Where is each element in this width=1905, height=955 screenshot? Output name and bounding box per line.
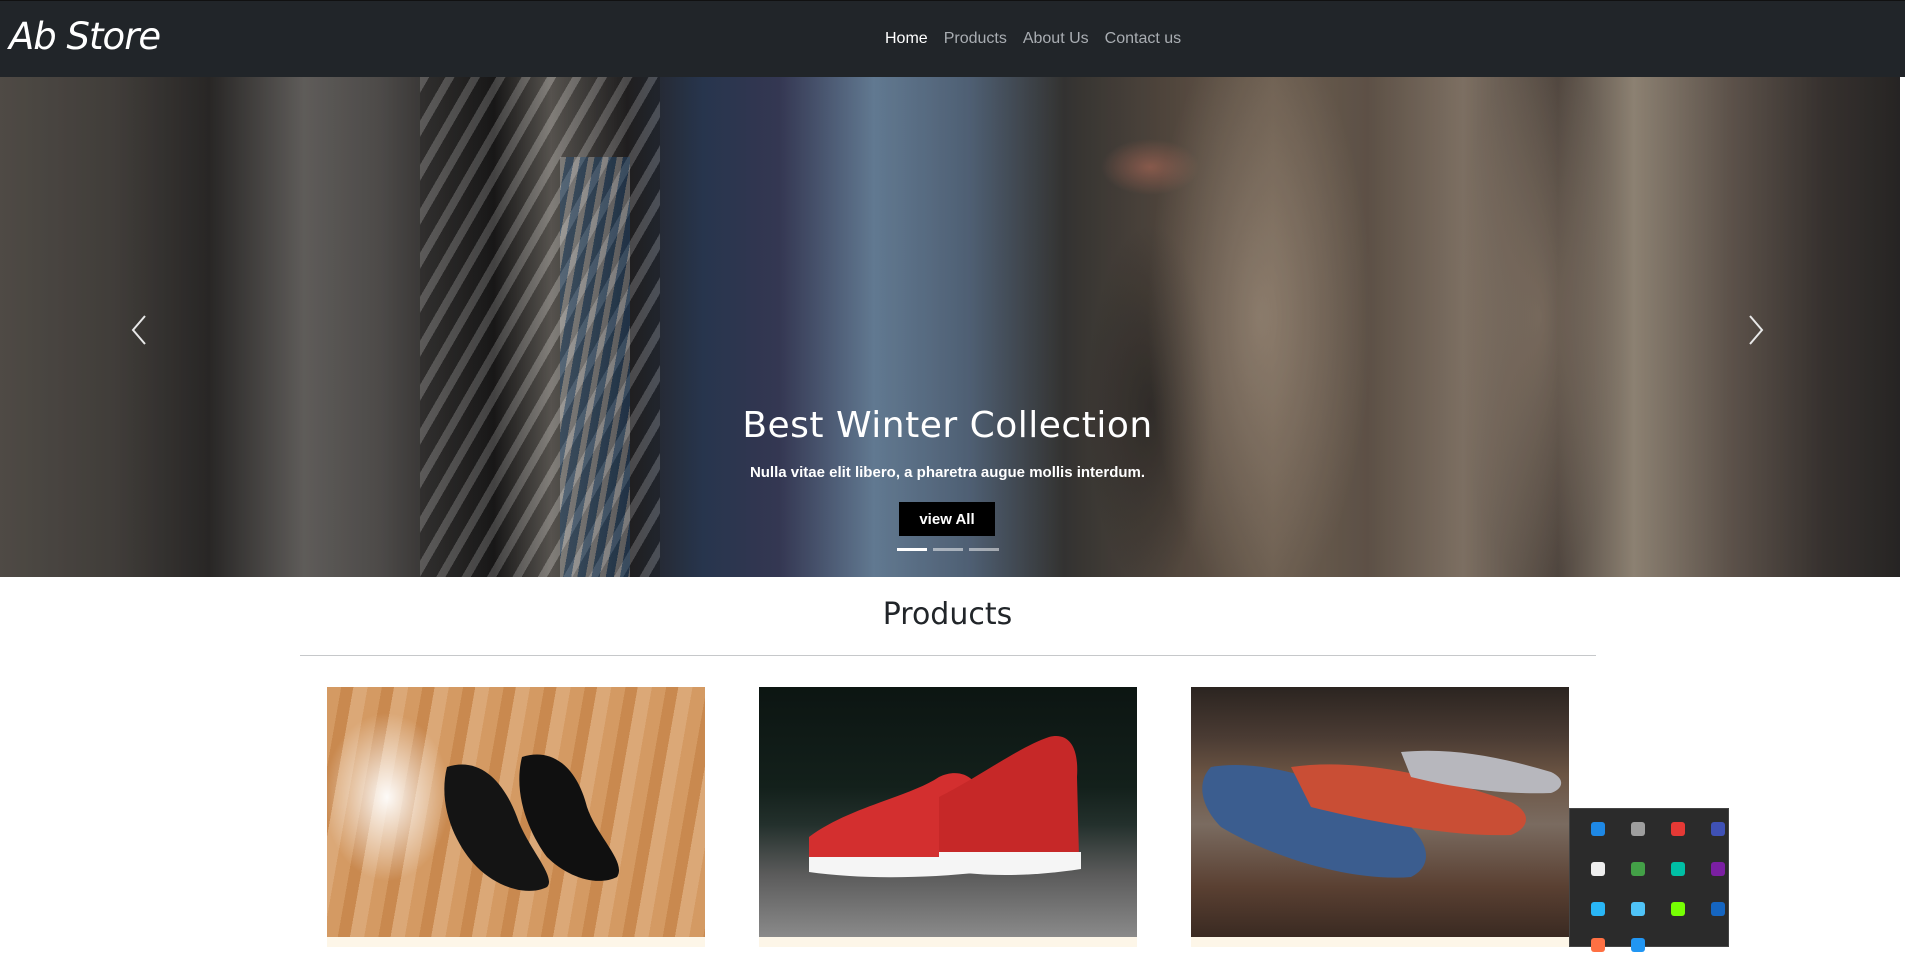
product-card-footer	[1191, 937, 1569, 947]
tray-app-icon[interactable]	[1588, 859, 1608, 879]
tray-app-icon[interactable]	[1708, 899, 1728, 919]
view-all-button[interactable]: view All	[899, 502, 995, 536]
tray-app-icon[interactable]	[1628, 819, 1648, 839]
product-image-black-shoes[interactable]	[327, 687, 705, 937]
tray-app-icon[interactable]	[1668, 899, 1688, 919]
product-card-footer	[759, 937, 1137, 947]
brand-logo[interactable]: Ab Store	[9, 15, 161, 58]
section-divider	[300, 655, 1596, 656]
nav-home[interactable]: Home	[885, 30, 928, 48]
tray-app-icon[interactable]	[1708, 819, 1728, 839]
system-tray-popup	[1569, 808, 1729, 952]
tray-app-icon[interactable]	[1628, 859, 1648, 879]
tray-app-icon[interactable]	[1708, 859, 1728, 879]
shoe-icon	[444, 754, 620, 891]
product-card-footer	[327, 937, 705, 947]
carousel-prev-button[interactable]	[125, 310, 155, 350]
navbar: Ab Store Home Products About Us Contact …	[0, 0, 1905, 77]
sneaker-icon	[809, 736, 1081, 878]
chevron-right-icon	[1749, 315, 1764, 345]
nav-about[interactable]: About Us	[1023, 30, 1089, 48]
hero-subtitle: Nulla vitae elit libero, a pharetra augu…	[749, 464, 1146, 481]
tray-app-icon[interactable]	[1628, 935, 1648, 955]
loafer-icon	[1202, 750, 1562, 878]
nav-menu: Home Products About Us Contact us	[885, 30, 1181, 48]
nav-products[interactable]: Products	[944, 30, 1007, 48]
tray-app-icon[interactable]	[1588, 935, 1608, 955]
products-heading: Products	[882, 597, 1013, 632]
carousel-next-button[interactable]	[1740, 310, 1770, 350]
carousel-indicator-3[interactable]	[969, 548, 999, 551]
chevron-left-icon	[131, 315, 146, 345]
tray-app-icon[interactable]	[1588, 819, 1608, 839]
tray-app-icon[interactable]	[1668, 819, 1688, 839]
nav-contact[interactable]: Contact us	[1105, 30, 1181, 48]
carousel-indicators	[897, 548, 999, 551]
tray-app-icon[interactable]	[1628, 899, 1648, 919]
carousel-indicator-2[interactable]	[933, 548, 963, 551]
tray-app-icon[interactable]	[1668, 859, 1688, 879]
hero-title: Best Winter Collection	[742, 405, 1153, 446]
product-image-red-sneakers[interactable]	[759, 687, 1137, 937]
tray-app-icon[interactable]	[1588, 899, 1608, 919]
carousel-indicator-1[interactable]	[897, 548, 927, 551]
product-image-loafers[interactable]	[1191, 687, 1569, 937]
hero-carousel: Best Winter Collection Nulla vitae elit …	[0, 77, 1900, 577]
